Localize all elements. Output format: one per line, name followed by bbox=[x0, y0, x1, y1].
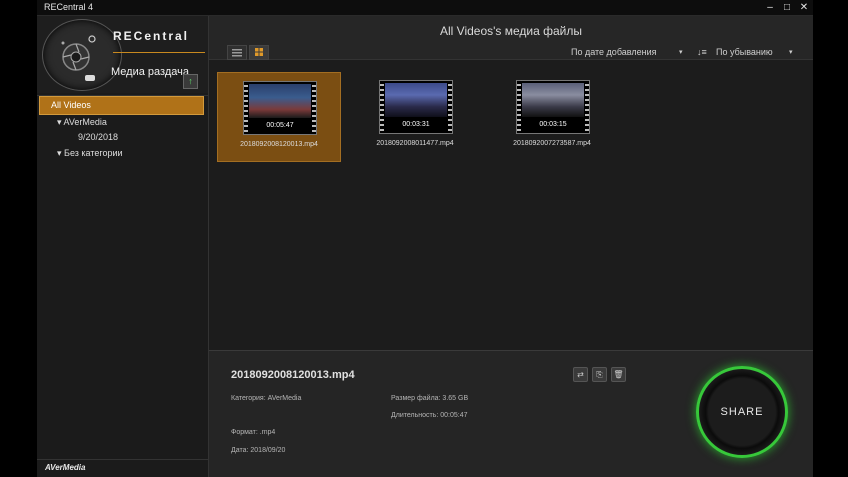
thumbnail-image bbox=[385, 83, 447, 117]
video-card[interactable]: 00:03:15 2018092007273587.mp4 bbox=[491, 72, 613, 160]
thumbnail-image bbox=[249, 84, 311, 118]
detail-filesize: Размер файла: 3.65 GB bbox=[391, 395, 469, 402]
nav-item-date[interactable]: 9/20/2018 bbox=[78, 132, 118, 142]
video-duration: 00:03:15 bbox=[539, 121, 567, 128]
sidebar: RECentral Медиа раздача ↑ All Videos ▾ A… bbox=[37, 16, 209, 477]
grid-view-button[interactable] bbox=[249, 45, 269, 60]
chevron-down-icon: ▾ bbox=[57, 117, 62, 127]
video-card[interactable]: 00:03:31 2018092008011477.mp4 bbox=[354, 72, 476, 160]
list-view-button[interactable] bbox=[227, 45, 247, 60]
upload-icon[interactable]: ↑ bbox=[183, 74, 198, 89]
window-title: RECentral 4 bbox=[44, 2, 94, 12]
video-duration: 00:03:31 bbox=[402, 121, 430, 128]
video-grid: 00:05:47 2018092008120013.mp4 00:03:31 2… bbox=[209, 60, 813, 350]
detail-date: Дата: 2018/09/20 bbox=[231, 447, 286, 454]
list-icon bbox=[232, 49, 242, 57]
thumbnail-image bbox=[522, 83, 584, 117]
nav-item-all-videos[interactable]: All Videos bbox=[39, 96, 204, 115]
brand-logo: RECentral bbox=[113, 29, 190, 43]
convert-icon[interactable]: ⇄ bbox=[573, 367, 588, 382]
share-label: SHARE bbox=[720, 406, 764, 418]
section-title: Медиа раздача bbox=[111, 66, 189, 78]
mode-dial[interactable] bbox=[42, 19, 122, 91]
video-filename: 2018092007273587.mp4 bbox=[513, 140, 591, 147]
sort-by-select[interactable]: По дате добавления bbox=[571, 47, 656, 57]
detail-duration: Длительность: 00:05:47 bbox=[391, 412, 468, 419]
sort-order-icon: ↓≡ bbox=[697, 47, 707, 57]
maximize-button[interactable]: □ bbox=[780, 1, 794, 14]
video-thumbnail: 00:03:31 bbox=[379, 80, 453, 134]
aperture-icon bbox=[61, 35, 96, 81]
brand-underline bbox=[113, 52, 205, 53]
trash-icon[interactable]: 🗑 bbox=[611, 367, 626, 382]
close-button[interactable]: ✕ bbox=[797, 1, 811, 14]
chevron-down-icon[interactable]: ▾ bbox=[679, 48, 683, 56]
main-panel: All Videos's медиа файлы По дате добавле… bbox=[209, 16, 813, 477]
details-panel: 2018092008120013.mp4 Категория: AVerMedi… bbox=[209, 350, 813, 477]
app-window: RECentral 4 – □ ✕ RECentral Медиа раздач… bbox=[37, 0, 813, 477]
nav-item-label: AVerMedia bbox=[63, 117, 107, 127]
nav-item-label: 9/20/2018 bbox=[78, 132, 119, 142]
video-thumbnail: 00:05:47 bbox=[243, 81, 317, 135]
main-header: All Videos's медиа файлы По дате добавле… bbox=[209, 16, 813, 60]
video-filename: 2018092008120013.mp4 bbox=[240, 141, 318, 148]
nav-item-label: Без категории bbox=[64, 148, 123, 158]
video-duration: 00:05:47 bbox=[266, 122, 294, 129]
nav-item-avermedia[interactable]: ▾ AVerMedia bbox=[57, 117, 107, 128]
detail-format: Формат: .mp4 bbox=[231, 429, 276, 436]
nav-item-uncategorized[interactable]: ▾ Без категории bbox=[57, 148, 123, 159]
avermedia-logo: AVerMedia bbox=[45, 463, 86, 472]
chevron-down-icon: ▾ bbox=[57, 148, 62, 158]
share-button[interactable]: SHARE bbox=[696, 366, 788, 458]
copy-icon[interactable]: ⎘ bbox=[592, 367, 607, 382]
video-filename: 2018092008011477.mp4 bbox=[376, 140, 454, 147]
video-thumbnail: 00:03:15 bbox=[516, 80, 590, 134]
selected-filename: 2018092008120013.mp4 bbox=[231, 369, 355, 381]
minimize-button[interactable]: – bbox=[763, 1, 777, 14]
sidebar-footer-divider bbox=[37, 459, 208, 460]
video-card[interactable]: 00:05:47 2018092008120013.mp4 bbox=[217, 72, 341, 162]
logo-area: RECentral Медиа раздача ↑ bbox=[37, 16, 208, 93]
grid-icon bbox=[255, 48, 263, 56]
nav-item-label: All Videos bbox=[51, 100, 91, 110]
sort-order-select[interactable]: По убыванию bbox=[716, 47, 773, 57]
chevron-down-icon[interactable]: ▾ bbox=[789, 48, 793, 56]
detail-category: Категория: AVerMedia bbox=[231, 395, 302, 402]
title-bar: RECentral 4 – □ ✕ bbox=[37, 0, 813, 16]
page-title: All Videos's медиа файлы bbox=[439, 24, 583, 38]
